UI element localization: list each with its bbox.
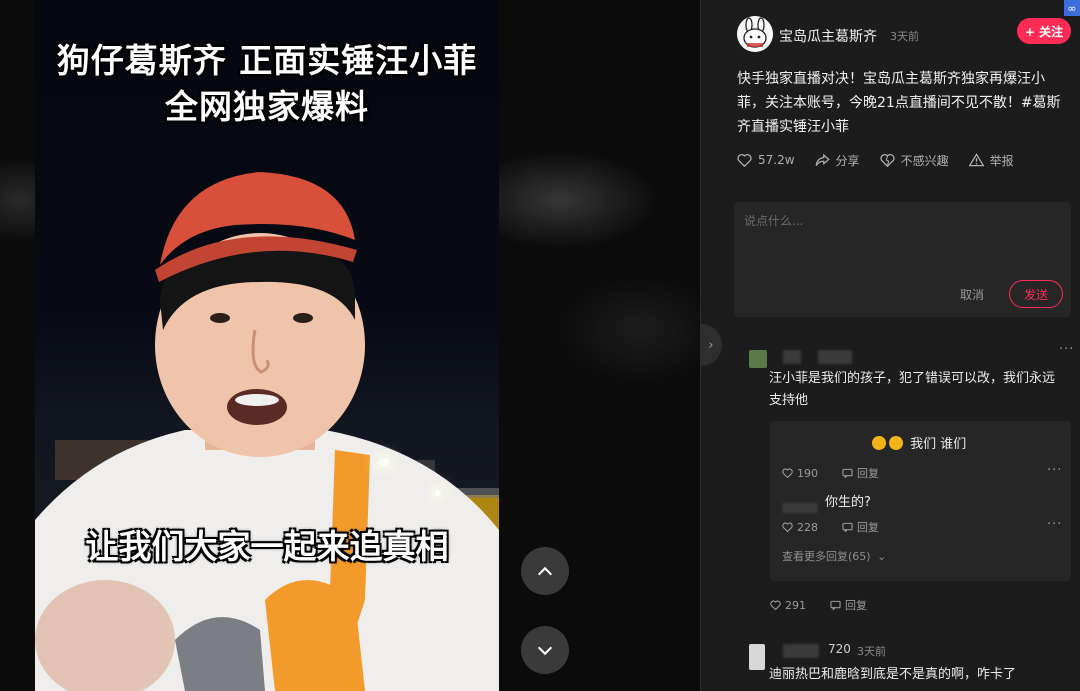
commenter-avatar[interactable] bbox=[749, 350, 767, 368]
commenter-name-redacted bbox=[783, 644, 819, 658]
heart-icon bbox=[782, 468, 793, 478]
comment-composer: 取消 发送 bbox=[734, 202, 1071, 317]
emoji-icon bbox=[889, 436, 903, 450]
comment-input[interactable] bbox=[744, 212, 1054, 272]
reply-meta: 190 回复 bbox=[782, 465, 879, 481]
chevron-up-icon bbox=[537, 566, 553, 581]
share-button[interactable]: 分享 bbox=[815, 152, 860, 169]
broken-heart-icon bbox=[879, 154, 895, 167]
previous-video-button[interactable] bbox=[521, 547, 569, 595]
reply-icon bbox=[830, 600, 841, 610]
reply-icon bbox=[842, 468, 853, 478]
replier-name-redacted bbox=[782, 503, 818, 513]
post-action-bar: 57.2w 分享 不感兴趣 举报 bbox=[737, 150, 1034, 170]
post-timestamp: 3天前 bbox=[890, 30, 919, 43]
commenter-name-redacted bbox=[783, 350, 801, 364]
warning-icon bbox=[968, 153, 984, 167]
author-avatar[interactable] bbox=[737, 16, 773, 52]
reply-like-button[interactable]: 190 bbox=[782, 467, 818, 480]
comment-text: 汪小菲是我们的孩子，犯了错误可以改，我们永远支持他 bbox=[769, 371, 1056, 408]
report-label: 举报 bbox=[989, 153, 1014, 168]
heart-icon bbox=[782, 522, 793, 532]
report-button[interactable]: 举报 bbox=[968, 152, 1014, 169]
author-name[interactable]: 宝岛瓜主葛斯齐 bbox=[779, 26, 877, 46]
street-light bbox=[380, 458, 388, 466]
comment-text: 迪丽热巴和鹿晗到底是不是真的啊，咋卡了 bbox=[769, 667, 1017, 682]
video-frame[interactable]: 狗仔葛斯齐 正面实锤汪小菲 全网独家爆料 让我们大家一起来追真相 bbox=[35, 0, 499, 691]
reply-reply-button[interactable]: 回复 bbox=[842, 519, 879, 535]
like-count: 57.2w bbox=[758, 153, 795, 167]
reply-text: 你生的? bbox=[825, 495, 871, 510]
comment-like-count: 291 bbox=[785, 598, 806, 612]
reply-text: 我们 谁们 bbox=[910, 437, 967, 452]
share-label: 分享 bbox=[835, 153, 860, 168]
emoji-icon bbox=[872, 436, 886, 450]
reply-label: 回复 bbox=[857, 521, 879, 534]
cancel-button[interactable]: 取消 bbox=[960, 286, 984, 303]
not-interested-button[interactable]: 不感兴趣 bbox=[879, 152, 949, 169]
commenter-name[interactable]: 720 bbox=[828, 642, 851, 656]
more-dots-icon[interactable]: ··· bbox=[1047, 517, 1062, 532]
like-button[interactable]: 57.2w bbox=[737, 153, 795, 167]
chevron-down-icon bbox=[537, 640, 553, 655]
view-more-replies-label: 查看更多回复(65) bbox=[782, 550, 871, 563]
more-dots-icon[interactable]: ··· bbox=[1059, 342, 1074, 357]
reply-text-row: 我们 谁们 bbox=[872, 433, 966, 452]
street-light bbox=[435, 490, 441, 496]
reply-label: 回复 bbox=[857, 467, 879, 480]
next-video-button[interactable] bbox=[521, 626, 569, 674]
commenter-name-redacted bbox=[818, 350, 852, 364]
follow-button[interactable]: + 关注 bbox=[1017, 18, 1071, 44]
video-title-line-2: 全网独家爆料 bbox=[165, 87, 369, 126]
share-icon bbox=[815, 153, 830, 166]
commenter-avatar[interactable] bbox=[749, 644, 765, 670]
heart-icon bbox=[770, 600, 781, 610]
reply-item: 你生的? 228 回复 ··· bbox=[770, 483, 1071, 539]
post-description: 快手独家直播对决！宝岛瓜主葛斯齐独家再爆汪小菲，关注本账号，今晚21点直播间不见… bbox=[737, 71, 1061, 135]
comment-reply-button[interactable]: 回复 bbox=[830, 597, 867, 613]
send-button[interactable]: 发送 bbox=[1009, 280, 1063, 308]
comment-like-button[interactable]: 291 bbox=[770, 599, 806, 612]
reply-item: 我们 谁们 190 回复 ··· bbox=[770, 421, 1071, 483]
reply-meta: 228 回复 bbox=[782, 519, 879, 535]
reply-reply-button[interactable]: 回复 bbox=[842, 465, 879, 481]
reply-like-count: 228 bbox=[797, 520, 818, 534]
reply-like-count: 190 bbox=[797, 466, 818, 480]
rabbit-avatar-icon bbox=[737, 16, 773, 52]
heart-icon bbox=[737, 154, 752, 167]
comment-item: 720 3天前 迪丽热巴和鹿晗到底是不是真的啊，咋卡了 bbox=[701, 636, 1080, 691]
reply-thread: 我们 谁们 190 回复 ··· 你生的? 228 回复 ··· 查看更多回复(… bbox=[770, 421, 1071, 581]
reply-label: 回复 bbox=[845, 599, 867, 612]
video-subtitle-caption: 让我们大家一起来追真相 bbox=[85, 527, 449, 566]
comment-side-panel: 宝岛瓜主葛斯齐 3天前 + 关注 快手独家直播对决！宝岛瓜主葛斯齐独家再爆汪小菲… bbox=[700, 0, 1080, 691]
not-interested-label: 不感兴趣 bbox=[900, 153, 949, 168]
link-icon[interactable]: ∞ bbox=[1064, 0, 1080, 16]
comment-timestamp: 3天前 bbox=[857, 645, 886, 658]
chevron-down-icon: ⌄ bbox=[877, 550, 887, 563]
chevron-right-icon: › bbox=[708, 337, 714, 353]
comment-meta: 291 回复 bbox=[770, 597, 867, 613]
reply-like-button[interactable]: 228 bbox=[782, 521, 818, 534]
more-dots-icon[interactable]: ··· bbox=[1047, 463, 1062, 478]
video-player-area[interactable]: 狗仔葛斯齐 正面实锤汪小菲 全网独家爆料 让我们大家一起来追真相 bbox=[0, 0, 700, 691]
video-title-line-1: 狗仔葛斯齐 正面实锤汪小菲 bbox=[56, 41, 478, 80]
reply-icon bbox=[842, 522, 853, 532]
view-more-replies-link[interactable]: 查看更多回复(65) ⌄ bbox=[782, 548, 886, 564]
